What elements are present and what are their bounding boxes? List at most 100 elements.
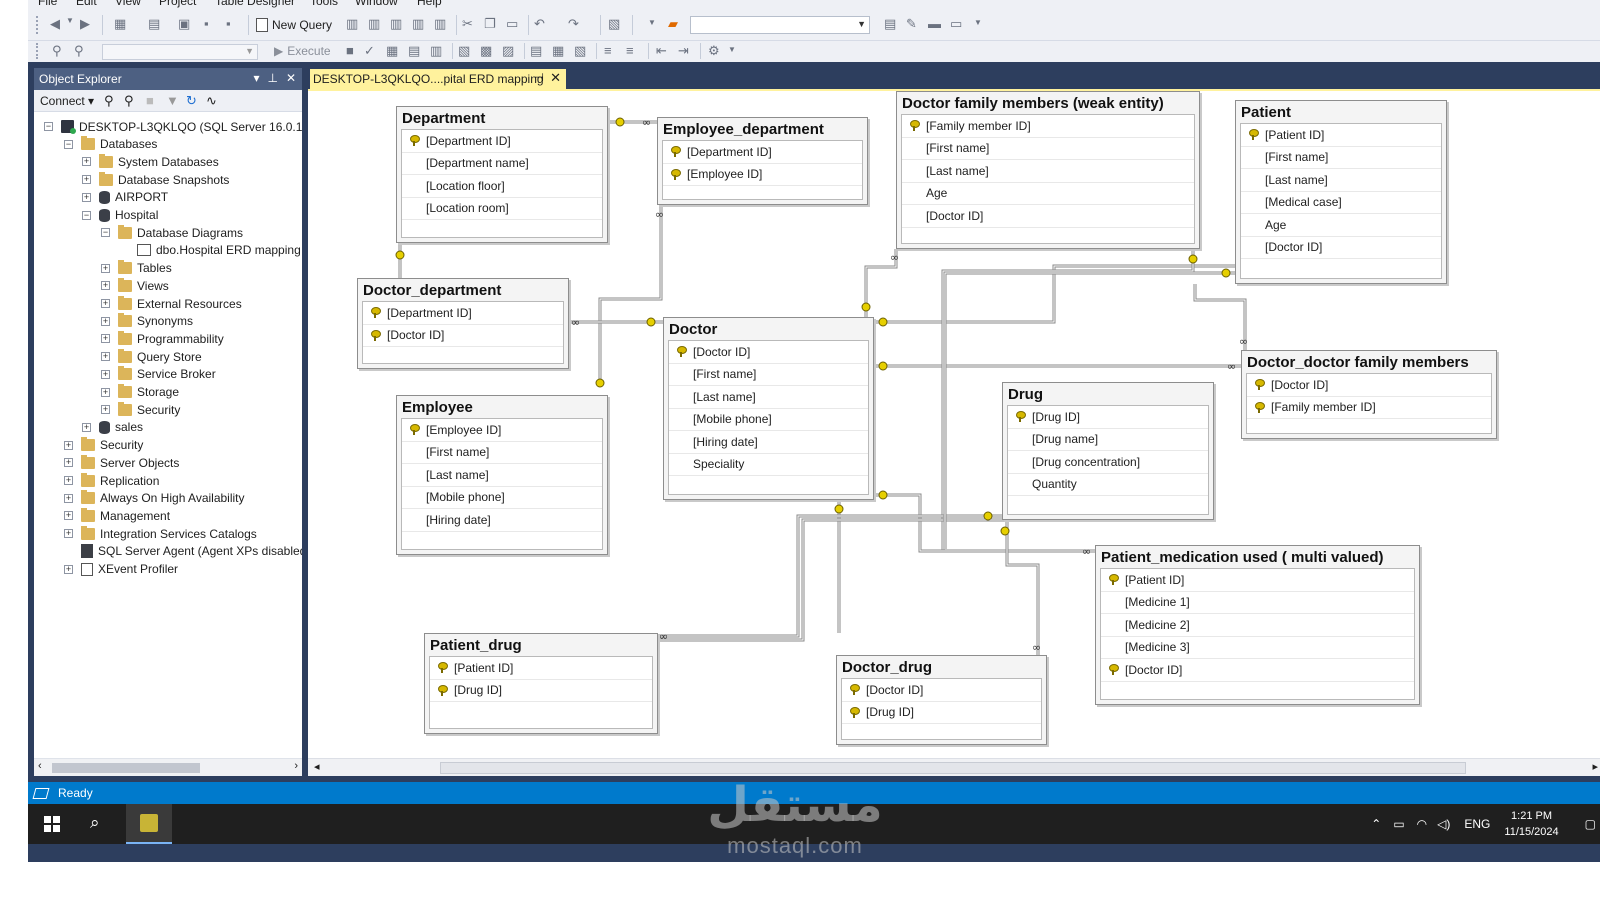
table-doctor-drug[interactable]: Doctor_drug [Doctor ID] [Drug ID] xyxy=(836,655,1047,745)
column-row[interactable]: [Last name] xyxy=(902,160,1194,183)
outdent-icon[interactable]: ⇤ xyxy=(656,43,667,59)
mdx-query-icon[interactable]: ▥ xyxy=(368,16,380,32)
properties-icon[interactable]: ✎ xyxy=(906,16,917,32)
dropdown-arrow-icon[interactable]: ▼ xyxy=(66,16,74,25)
results-text-icon[interactable]: ▤ xyxy=(408,43,420,59)
stop-icon[interactable]: ■ xyxy=(346,43,354,58)
tree-node[interactable]: + Replication xyxy=(64,472,159,489)
column-row[interactable]: [Doctor ID] xyxy=(902,205,1194,228)
column-row[interactable]: [Medicine 2] xyxy=(1101,614,1414,637)
connect-icon[interactable]: ⚲ xyxy=(52,43,62,59)
column-row[interactable]: [Hiring date] xyxy=(669,431,868,454)
expand-icon[interactable]: + xyxy=(82,157,91,167)
column-row[interactable]: [Last name] xyxy=(669,386,868,409)
expand-icon[interactable]: + xyxy=(101,263,110,273)
column-row[interactable]: [Drug concentration] xyxy=(1008,451,1208,474)
table-title[interactable]: Patient_drug xyxy=(425,634,657,656)
expand-icon[interactable]: + xyxy=(101,299,110,308)
estimated-plan-icon[interactable]: ▧ xyxy=(458,43,470,59)
dropdown-arrow-icon[interactable]: ▼ xyxy=(974,18,982,27)
tree-node[interactable]: + Always On High Availability xyxy=(64,490,245,507)
save-icon[interactable]: ▪ xyxy=(204,16,209,31)
expand-icon[interactable]: + xyxy=(101,405,110,415)
column-row[interactable]: [Department ID] xyxy=(663,141,862,164)
table-doctor-department[interactable]: Doctor_department [Department ID] [Doctor … xyxy=(357,278,569,369)
menu-file[interactable]: File xyxy=(38,0,57,8)
activity-monitor-icon[interactable]: ▧ xyxy=(608,16,620,32)
copy-icon[interactable]: ❐ xyxy=(484,16,496,32)
column-row[interactable]: [Last name] xyxy=(1241,169,1441,192)
tree-node[interactable]: dbo.Hospital ERD mapping xyxy=(120,242,301,259)
menu-tools[interactable]: Tools xyxy=(310,0,338,8)
solution-explorer-icon[interactable]: ▤ xyxy=(884,16,896,32)
column-row[interactable]: [Family member ID] xyxy=(1247,397,1491,419)
cut-icon[interactable]: ✂ xyxy=(462,16,473,32)
tree-node[interactable]: + Query Store xyxy=(101,348,202,365)
table-title[interactable]: Employee xyxy=(397,396,607,418)
table-title[interactable]: Drug xyxy=(1003,383,1213,405)
forward-icon[interactable]: ▶ xyxy=(80,16,90,32)
results-file-icon[interactable]: ▥ xyxy=(430,43,442,59)
paste-icon[interactable]: ▭ xyxy=(506,16,518,32)
tree-node[interactable]: + sales xyxy=(82,419,143,436)
expand-icon[interactable]: + xyxy=(64,458,73,468)
column-row[interactable]: [First name] xyxy=(402,442,602,464)
collapse-icon[interactable]: − xyxy=(64,139,73,149)
dropdown-arrow-icon[interactable]: ▼ xyxy=(728,45,736,54)
scroll-right-icon[interactable]: › xyxy=(294,760,298,772)
relationship-line[interactable] xyxy=(598,205,663,383)
windows-start-icon[interactable] xyxy=(44,816,60,832)
column-row[interactable]: Age xyxy=(902,183,1194,205)
scroll-right-icon[interactable]: ▸ xyxy=(1592,760,1598,773)
redo-icon[interactable]: ↷ xyxy=(568,16,579,32)
ssms-taskbar-button[interactable] xyxy=(126,804,172,844)
tree-node[interactable]: + System Databases xyxy=(82,153,219,170)
tree-node[interactable]: + Views xyxy=(101,277,169,294)
collapse-icon[interactable]: − xyxy=(44,122,53,131)
diagram-canvas[interactable]: ∞ ∞ ∞ ∞ ∞ ∞ ∞ ∞ ∞ Department [Department ID] [Depa… xyxy=(308,91,1600,758)
expand-icon[interactable]: + xyxy=(64,493,73,503)
tree-node[interactable]: + Storage xyxy=(101,384,179,401)
filter-icon[interactable]: ▼ xyxy=(166,93,179,108)
column-row[interactable]: Speciality xyxy=(669,454,868,476)
connect-button[interactable]: Connect ▾ xyxy=(40,94,94,108)
table-title[interactable]: Doctor family members (weak entity) xyxy=(897,92,1199,114)
column-row[interactable]: [Patient ID] xyxy=(1241,124,1441,147)
menu-table-designer[interactable]: Table Designer xyxy=(215,0,295,8)
xmla-query-icon[interactable]: ▥ xyxy=(412,16,424,32)
database-engine-query-icon[interactable]: ▥ xyxy=(346,16,358,32)
tree-node[interactable]: − DESKTOP-L3QKLQO (SQL Server 16.0.1000.6 xyxy=(44,118,302,135)
expand-icon[interactable]: + xyxy=(101,369,110,379)
table-title[interactable]: Doctor_drug xyxy=(837,656,1046,678)
column-row[interactable]: [Doctor ID] xyxy=(1241,237,1441,259)
specify-values-icon[interactable]: ⚙ xyxy=(708,43,720,59)
disconnect-icon[interactable]: ⚲ xyxy=(124,93,134,109)
column-row[interactable]: [Doctor ID] xyxy=(1101,659,1414,682)
scrollbar-thumb[interactable] xyxy=(440,762,1466,774)
client-stats-icon[interactable]: ▦ xyxy=(552,43,564,59)
refresh-icon[interactable]: ↻ xyxy=(186,93,197,109)
menu-edit[interactable]: Edit xyxy=(76,0,97,8)
expand-icon[interactable]: + xyxy=(64,529,73,539)
expand-icon[interactable]: + xyxy=(101,387,110,397)
table-doctor-family-members[interactable]: Doctor family members (weak entity) [Fami… xyxy=(896,91,1200,249)
table-title[interactable]: Employee_department xyxy=(658,118,867,140)
network-status-icon[interactable]: ▭ xyxy=(1393,817,1404,831)
tree-node[interactable]: + Security xyxy=(64,437,143,454)
expand-icon[interactable]: + xyxy=(82,175,91,185)
column-row[interactable]: [Family member ID] xyxy=(902,115,1194,138)
execute-button[interactable]: ▶ Execute xyxy=(274,44,331,58)
expand-icon[interactable]: + xyxy=(64,440,73,450)
toolbar-grip[interactable] xyxy=(36,16,40,34)
close-icon[interactable]: ✕ xyxy=(550,70,561,86)
expand-icon[interactable]: + xyxy=(64,476,73,485)
search-combobox[interactable]: ▼ xyxy=(690,16,870,34)
tree-node[interactable]: − Hospital xyxy=(82,207,158,224)
dropdown-arrow-icon[interactable]: ▼ xyxy=(648,18,656,27)
new-project-icon[interactable]: ▦ xyxy=(114,16,126,32)
column-row[interactable]: [Employee ID] xyxy=(402,419,602,442)
window-position-icon[interactable]: ▾ xyxy=(253,71,259,85)
column-row[interactable]: [Mobile phone] xyxy=(402,487,602,509)
tree-node[interactable]: + AIRPORT xyxy=(82,189,168,206)
tree-node[interactable]: SQL Server Agent (Agent XPs disabled) xyxy=(64,543,302,560)
